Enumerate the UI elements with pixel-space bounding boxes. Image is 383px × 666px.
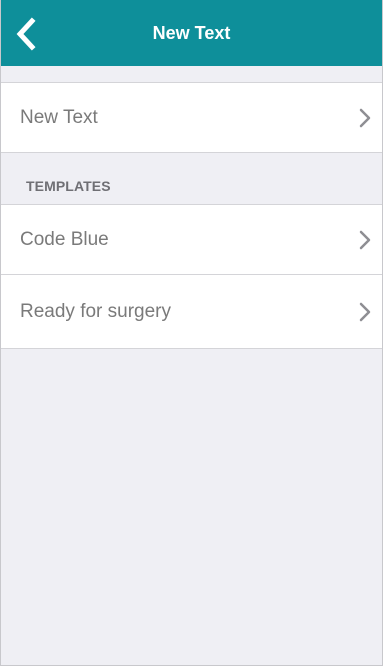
chevron-right-icon	[359, 230, 371, 249]
template-item-code-blue[interactable]: Code Blue	[1, 204, 382, 275]
top-spacer	[1, 66, 382, 82]
page-title: New Text	[152, 23, 231, 43]
template-item-ready-for-surgery[interactable]: Ready for surgery	[1, 275, 382, 349]
new-text-label: New Text	[20, 106, 98, 128]
screen: New Text New Text TEMPLATES Code Blue Re…	[0, 0, 383, 666]
templates-header-label: TEMPLATES	[26, 178, 111, 194]
chevron-right-icon	[359, 302, 371, 321]
templates-section-header: TEMPLATES	[1, 153, 382, 204]
new-text-row[interactable]: New Text	[1, 82, 382, 153]
template-item-label: Code Blue	[20, 228, 109, 250]
chevron-right-icon	[359, 108, 371, 127]
navigation-bar: New Text	[1, 0, 382, 66]
template-item-label: Ready for surgery	[20, 300, 172, 322]
